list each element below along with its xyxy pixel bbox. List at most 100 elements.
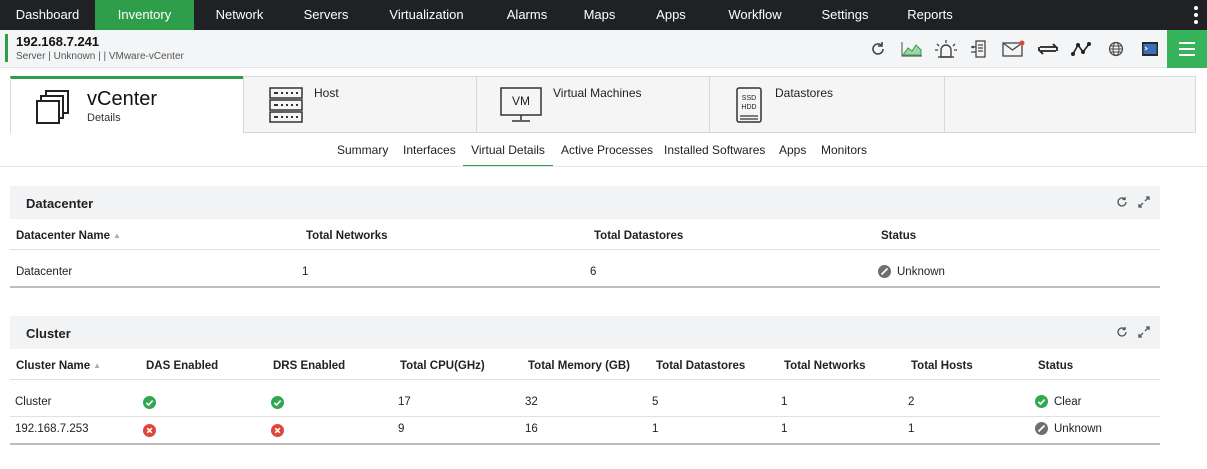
host-title: Host — [314, 86, 339, 100]
nav-tab-virtualization[interactable]: Virtualization — [367, 0, 486, 30]
entity-tab-empty — [944, 76, 1196, 133]
expand-icon[interactable] — [1138, 326, 1150, 338]
vcenter-icon — [35, 89, 71, 128]
nav-tab-workflow[interactable]: Workflow — [711, 0, 799, 30]
total-hosts: 1 — [908, 423, 915, 435]
total-memory: 32 — [525, 396, 538, 408]
network-icon[interactable] — [963, 30, 997, 68]
tab-interfaces[interactable]: Interfaces — [403, 143, 459, 167]
nav-tab-dashboard[interactable]: Dashboard — [0, 0, 95, 30]
total-cpu: 17 — [398, 396, 411, 408]
entity-tab-host[interactable]: Host — [243, 76, 477, 133]
nav-tab-maps[interactable]: Maps — [568, 0, 631, 30]
alarm-icon[interactable] — [929, 30, 963, 68]
clear-status-icon — [1035, 395, 1048, 408]
total-cpu: 9 — [398, 423, 405, 435]
sort-icon[interactable]: ▲ — [93, 361, 101, 370]
status-badge: Unknown — [878, 265, 945, 278]
datastores-title: Datastores — [775, 86, 834, 100]
datacenter-name[interactable]: Datacenter — [16, 266, 72, 278]
tab-apps[interactable]: Apps — [779, 143, 809, 167]
table-row[interactable]: 192.168.7.253 9 16 1 1 1 Unknown — [10, 417, 1160, 445]
tab-virtual-details[interactable]: Virtual Details — [463, 143, 553, 167]
refresh-icon[interactable] — [861, 30, 895, 68]
total-datastores: 5 — [652, 396, 659, 408]
cluster-name[interactable]: Cluster — [15, 396, 51, 408]
device-toolbar — [861, 30, 1167, 68]
tab-installed-softwares[interactable]: Installed Softwares — [664, 143, 768, 167]
vcenter-subtitle: Details — [87, 112, 121, 124]
unknown-status-icon — [878, 265, 891, 278]
more-options-icon[interactable] — [1189, 0, 1203, 30]
nav-tab-inventory[interactable]: Inventory — [95, 0, 194, 30]
column-header-total-datastores[interactable]: Total Datastores — [656, 360, 745, 372]
device-subtitle: Server | Unknown | | VMware-vCenter — [16, 51, 184, 62]
cluster-name[interactable]: 192.168.7.253 — [15, 423, 89, 435]
status-badge: Unknown — [1035, 422, 1102, 435]
das-enabled-icon — [143, 396, 156, 409]
tab-active-processes[interactable]: Active Processes — [561, 143, 653, 167]
total-networks: 1 — [781, 423, 788, 435]
nav-tab-alarms[interactable]: Alarms — [486, 0, 568, 30]
graph-icon[interactable] — [895, 30, 929, 68]
host-server-icon — [269, 87, 303, 126]
column-header-status[interactable]: Status — [881, 230, 916, 242]
entity-tab-virtual-machines[interactable]: VM Virtual Machines — [476, 76, 710, 133]
vm-monitor-icon: VM — [500, 87, 542, 123]
vcenter-title: vCenter — [87, 88, 158, 110]
cluster-panel-title: Cluster — [26, 326, 71, 341]
refresh-icon[interactable] — [1116, 196, 1128, 208]
top-navigation: Dashboard Inventory Network Servers Virt… — [0, 0, 1207, 30]
das-disabled-icon — [143, 424, 156, 437]
sync-icon[interactable] — [1031, 30, 1065, 68]
hamburger-menu-button[interactable] — [1167, 30, 1207, 68]
tab-summary[interactable]: Summary — [337, 143, 390, 167]
column-header-total-memory[interactable]: Total Memory (GB) — [528, 360, 630, 372]
entity-tab-vcenter[interactable]: vCenter Details — [10, 76, 244, 133]
sort-icon[interactable]: ▲ — [113, 231, 121, 240]
column-header-total-cpu[interactable]: Total CPU(GHz) — [400, 360, 485, 372]
globe-icon[interactable] — [1099, 30, 1133, 68]
expand-icon[interactable] — [1138, 196, 1150, 208]
refresh-icon[interactable] — [1116, 326, 1128, 338]
cluster-panel-header: Cluster — [10, 316, 1160, 349]
status-badge: Clear — [1035, 395, 1081, 408]
unknown-status-icon — [1035, 422, 1048, 435]
total-datastores: 6 — [590, 266, 597, 278]
drs-disabled-icon — [271, 424, 284, 437]
column-header-total-networks[interactable]: Total Networks — [784, 360, 866, 372]
column-header-total-hosts[interactable]: Total Hosts — [911, 360, 973, 372]
terminal-icon[interactable] — [1133, 30, 1167, 68]
device-ip: 192.168.7.241 — [16, 34, 100, 49]
datacenter-panel-title: Datacenter — [26, 196, 94, 211]
column-header-cluster-name[interactable]: Cluster Name ▲ — [16, 360, 101, 372]
column-header-drs-enabled[interactable]: DRS Enabled — [273, 360, 345, 372]
nav-tab-network[interactable]: Network — [194, 0, 285, 30]
column-header-status[interactable]: Status — [1038, 360, 1073, 372]
virtual-machines-title: Virtual Machines — [553, 86, 642, 100]
total-datastores: 1 — [652, 423, 659, 435]
tab-monitors[interactable]: Monitors — [821, 143, 873, 167]
nav-tab-apps[interactable]: Apps — [631, 0, 711, 30]
datacenter-panel-header: Datacenter — [10, 186, 1160, 219]
mail-icon[interactable] — [997, 30, 1031, 68]
entity-tab-datastores[interactable]: SSD HDD Datastores — [709, 76, 945, 133]
total-memory: 16 — [525, 423, 538, 435]
column-header-datacenter-name[interactable]: Datacenter Name ▲ — [16, 230, 121, 242]
table-row[interactable]: Datacenter 1 6 Unknown — [10, 250, 1160, 288]
total-networks: 1 — [302, 266, 309, 278]
column-header-total-datastores[interactable]: Total Datastores — [594, 230, 683, 242]
datacenter-table-header: Datacenter Name ▲ Total Networks Total Da… — [10, 219, 1160, 250]
column-header-das-enabled[interactable]: DAS Enabled — [146, 360, 218, 372]
nav-tab-servers[interactable]: Servers — [285, 0, 367, 30]
datastore-disk-icon: SSD HDD — [736, 87, 762, 123]
nav-tab-settings[interactable]: Settings — [799, 0, 891, 30]
device-accent-bar — [5, 34, 8, 62]
device-header: 192.168.7.241 Server | Unknown | | VMwar… — [0, 30, 1207, 68]
subtabs-divider — [0, 166, 1207, 167]
nav-tab-reports[interactable]: Reports — [891, 0, 969, 30]
column-header-total-networks[interactable]: Total Networks — [306, 230, 388, 242]
topology-icon[interactable] — [1065, 30, 1099, 68]
drs-enabled-icon — [271, 396, 284, 409]
table-row[interactable]: Cluster 17 32 5 1 2 Clear — [10, 380, 1160, 417]
